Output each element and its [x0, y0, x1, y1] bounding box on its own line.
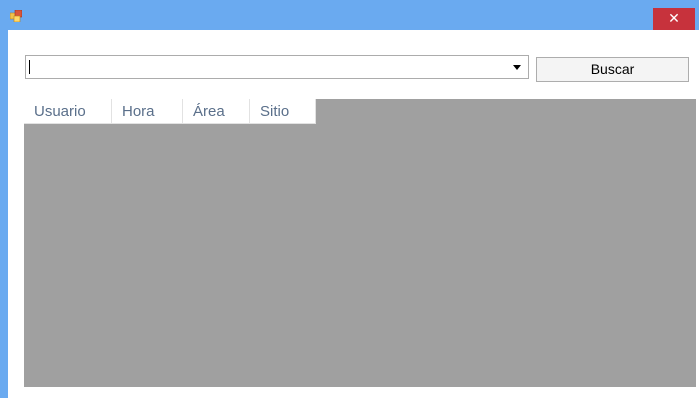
column-header-area[interactable]: Área — [183, 99, 250, 124]
search-button[interactable]: Buscar — [536, 57, 689, 82]
close-button[interactable]: ✕ — [653, 8, 695, 30]
chevron-down-icon[interactable] — [510, 61, 524, 73]
window: ✕ Buscar Usuario Hora Área Sitio — [0, 0, 699, 398]
column-header-usuario[interactable]: Usuario — [24, 99, 112, 124]
title-bar[interactable]: ✕ — [0, 0, 699, 30]
client-area: Buscar Usuario Hora Área Sitio — [8, 30, 699, 398]
app-icon — [10, 10, 22, 22]
column-header-hora[interactable]: Hora — [112, 99, 183, 124]
grid-header-row: Usuario Hora Área Sitio — [24, 99, 316, 124]
close-icon: ✕ — [668, 11, 680, 27]
column-header-sitio[interactable]: Sitio — [250, 99, 316, 124]
text-caret — [29, 60, 30, 74]
search-combo-input[interactable] — [26, 56, 506, 78]
search-combobox[interactable] — [25, 55, 529, 79]
data-grid[interactable]: Usuario Hora Área Sitio — [24, 99, 696, 387]
